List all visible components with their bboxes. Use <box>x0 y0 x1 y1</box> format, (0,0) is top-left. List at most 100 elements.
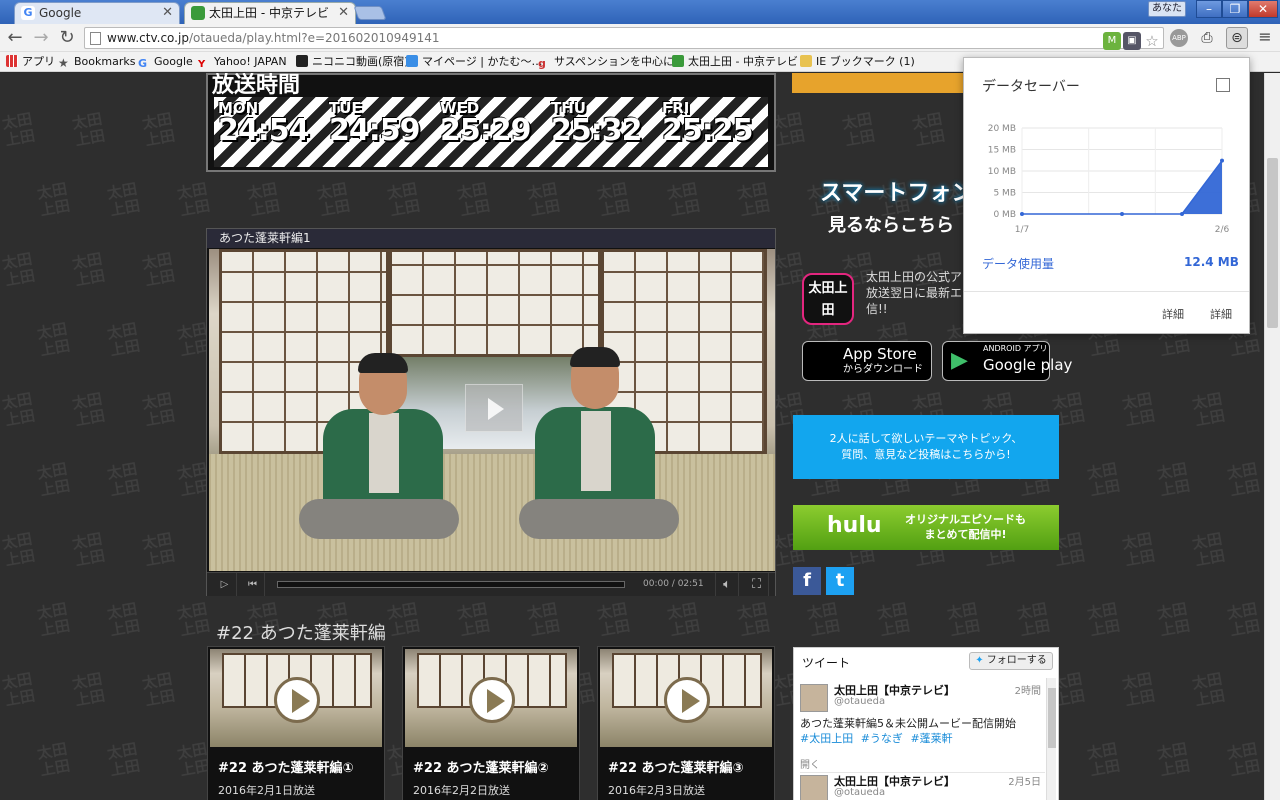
close-tab-icon[interactable]: ✕ <box>162 3 173 23</box>
hashtag-link[interactable]: #太田上田 <box>800 732 853 745</box>
bookmark-yahoo[interactable]: Y Yahoo! JAPAN <box>198 54 287 71</box>
play-circle-icon[interactable] <box>664 677 710 723</box>
episode-title[interactable]: #22 あつた蓬莱軒編① <box>218 757 354 776</box>
data-usage-value: 12.4 MB <box>1184 255 1239 269</box>
watermark-logo: 太田上田 <box>1015 599 1052 640</box>
google-play-button[interactable]: ▶ ANDROID アプリ Google play <box>942 341 1072 381</box>
new-tab-button[interactable] <box>353 6 387 20</box>
y-tick-label: 15 MB <box>988 146 1016 156</box>
watermark-logo: 太田上田 <box>105 459 142 500</box>
play-circle-icon[interactable] <box>274 677 320 723</box>
twitter-icon[interactable]: t <box>826 567 854 595</box>
facebook-icon[interactable]: f <box>793 567 821 595</box>
page-scrollbar[interactable] <box>1264 73 1280 800</box>
tab-label: 太田上田 - 中京テレビ <box>209 6 329 20</box>
apps-grid-icon <box>6 55 18 67</box>
tweet-expand-link[interactable]: 開く <box>800 756 820 771</box>
time-display: 00:00 / 02:51 <box>643 579 704 589</box>
watermark-logo: 太田上田 <box>455 179 492 220</box>
smartphone-promo[interactable]: スマートフォン 見るならこちら <box>800 163 973 243</box>
play-circle-icon[interactable] <box>469 677 515 723</box>
avatar[interactable] <box>800 775 828 800</box>
data-saver-popup: データセーバー 20 MB 15 MB 10 MB 5 MB 0 MB 1/7 2/6 デー… <box>963 57 1250 334</box>
close-tab-icon[interactable]: ✕ <box>338 3 349 23</box>
twitter-timeline: ツイート ✦ フォローする 太田上田【中京テレビ】 @otaueda 2時間 あ… <box>793 647 1059 800</box>
hulu-banner[interactable]: hulu オリジナルエピソードも まとめて配信中! <box>793 505 1059 550</box>
details-link[interactable]: 詳細 <box>1162 306 1184 322</box>
hashtag-link[interactable]: #うなぎ <box>861 732 903 745</box>
tweet[interactable]: 太田上田【中京テレビ】 @otaueda 2月5日 <box>800 772 1045 800</box>
print-icon[interactable]: ⎙ <box>1198 29 1216 47</box>
adblock-icon[interactable]: ABP <box>1170 29 1188 47</box>
details-link[interactable]: 詳細 <box>1210 306 1232 322</box>
episode-card[interactable]: #22 あつた蓬莱軒編③ 2016年2月3日放送 <box>597 646 775 800</box>
data-saver-icon[interactable]: ⊜ <box>1226 27 1248 49</box>
watermark-logo: 太田上田 <box>1085 739 1122 780</box>
restore-button[interactable]: ❐ <box>1222 0 1248 18</box>
y-tick-label: 20 MB <box>988 124 1016 134</box>
back-arrow-icon[interactable]: ← <box>4 27 26 49</box>
video-player[interactable]: あつた蓬莱軒編1 ▷ ⏮ 00:00 / 02:51 🔈︎ ⛶ <box>206 228 776 596</box>
play-overlay-button[interactable] <box>465 384 523 432</box>
bookmark-otaueda[interactable]: 太田上田 - 中京テレビ <box>672 54 798 70</box>
close-window-button[interactable]: ✕ <box>1248 0 1278 18</box>
forward-arrow-icon[interactable]: → <box>30 27 52 49</box>
ext-m-icon[interactable]: M <box>1103 32 1121 50</box>
bookmark-suspension[interactable]: g サスペンションを中心に… <box>538 54 685 70</box>
episode-card[interactable]: #22 あつた蓬莱軒編① 2016年2月1日放送 <box>207 646 385 800</box>
data-point <box>1120 212 1124 216</box>
browser-toolbar: ← → ↻ www.ctv.co.jp/otaueda/play.html?e=… <box>0 24 1280 52</box>
watermark-logo: 太田上田 <box>665 179 702 220</box>
watermark-logo: 太田上田 <box>1155 459 1192 500</box>
watermark-logo: 太田上田 <box>35 319 72 360</box>
tab-google[interactable]: G Google ✕ <box>14 2 180 24</box>
reload-icon[interactable]: ↻ <box>56 27 78 49</box>
bookmark-star-icon[interactable]: ☆ <box>1143 32 1161 50</box>
schedule-day: FRI 25:25 <box>662 99 754 148</box>
watermark-logo: 太田上田 <box>35 599 72 640</box>
y-tick-label: 0 MB <box>993 210 1016 220</box>
bookmark-google[interactable]: G Google <box>138 54 193 70</box>
episode-card[interactable]: #22 あつた蓬莱軒編② 2016年2月2日放送 <box>402 646 580 800</box>
ext-image-icon[interactable]: ▣ <box>1123 32 1141 50</box>
promo-banner-strip[interactable] <box>792 73 964 93</box>
tweet-body: あつた蓬莱軒編5＆未公開ムービー配信開始 #太田上田 #うなぎ #蓬莱軒 <box>800 717 1016 745</box>
section-title: #22 あつた蓬莱軒編 <box>216 623 386 644</box>
play-icon[interactable]: ▷ <box>213 573 237 596</box>
address-bar[interactable]: www.ctv.co.jp/otaueda/play.html?e=201602… <box>84 27 1164 50</box>
skip-back-icon[interactable]: ⏮ <box>241 573 265 596</box>
bookmark-apps[interactable]: アプリ <box>6 54 55 70</box>
bookmark-bookmarks[interactable]: ★ Bookmarks <box>58 54 135 70</box>
bookmark-mypage[interactable]: マイページ | かたむ〜… <box>406 54 542 70</box>
app-store-button[interactable]: App Store からダウンロード <box>802 341 932 381</box>
tweet-time[interactable]: 2月5日 <box>1008 773 1041 788</box>
bookmark-ie-folder[interactable]: IE ブックマーク (1) <box>800 54 915 70</box>
timeline-scrollbar[interactable] <box>1046 678 1056 800</box>
seek-bar[interactable] <box>277 581 625 588</box>
minimize-button[interactable]: – <box>1196 0 1222 18</box>
tab-ctv[interactable]: 太田上田 - 中京テレビ ✕ <box>184 2 356 24</box>
watermark-logo: 太田上田 <box>105 179 142 220</box>
episode-title[interactable]: #22 あつた蓬莱軒編③ <box>608 757 744 776</box>
episode-thumbnail[interactable] <box>210 649 382 747</box>
follow-button[interactable]: ✦ フォローする <box>969 652 1053 670</box>
episode-thumbnail[interactable] <box>600 649 772 747</box>
app-logo-icon[interactable]: 太田上田 <box>802 273 854 325</box>
scrollbar-thumb[interactable] <box>1267 158 1278 328</box>
user-profile-button[interactable]: あなた <box>1148 1 1186 17</box>
menu-icon[interactable]: ≡ <box>1256 28 1274 46</box>
hashtag-link[interactable]: #蓬莱軒 <box>910 732 952 745</box>
episode-thumbnail[interactable] <box>405 649 577 747</box>
bookmark-niconico[interactable]: ニコニコ動画(原宿) <box>296 54 409 70</box>
avatar[interactable] <box>800 684 828 712</box>
fullscreen-icon[interactable]: ⛶ <box>745 573 769 596</box>
volume-icon[interactable]: 🔈︎ <box>715 573 739 596</box>
tweet-time[interactable]: 2時間 <box>1015 682 1041 697</box>
schedule-day: THU 25:32 <box>551 99 643 148</box>
video-frame[interactable] <box>209 249 775 571</box>
episode-title[interactable]: #22 あつた蓬莱軒編② <box>413 757 549 776</box>
watermark-logo: 太田上田 <box>140 249 177 290</box>
topic-request-button[interactable]: 2人に話して欲しいテーマやトピック、 質問、意見など投稿はこちらから! <box>793 415 1059 479</box>
title-bar: G Google ✕ 太田上田 - 中京テレビ ✕ あなた – ❐ ✕ <box>0 0 1280 24</box>
tweet-handle: @otaueda <box>834 787 886 798</box>
